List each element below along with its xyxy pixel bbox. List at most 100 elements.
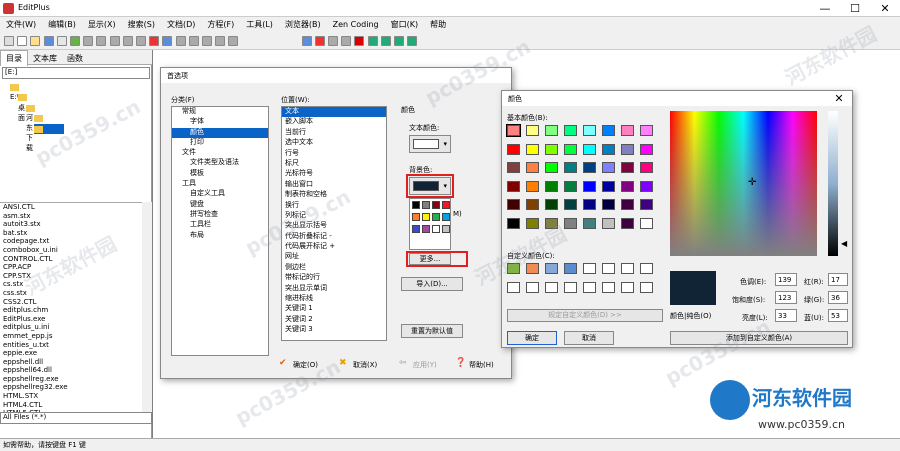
file-item[interactable]: editplus.chm	[0, 306, 142, 315]
custom-color-swatch[interactable]	[526, 282, 539, 293]
basic-color-swatch[interactable]	[583, 125, 596, 136]
file-item[interactable]: codepage.txt	[0, 237, 142, 246]
file-item[interactable]: cs.stx	[0, 280, 142, 289]
custom-color-swatch[interactable]	[640, 282, 653, 293]
tab-directory[interactable]: 目录	[0, 50, 28, 66]
palette-swatch[interactable]	[412, 201, 420, 209]
menu-item[interactable]: 帮助	[424, 17, 452, 30]
position-item[interactable]: 标尺	[282, 159, 386, 169]
file-item[interactable]: bat.stx	[0, 229, 142, 238]
text-color-button[interactable]: ▾	[409, 135, 451, 153]
position-item[interactable]: 嵌入脚本	[282, 117, 386, 127]
file-list-scrollbar[interactable]	[142, 202, 152, 422]
palette-swatch[interactable]	[422, 225, 430, 233]
toolbar-icon[interactable]	[56, 36, 67, 46]
palette-swatch[interactable]	[442, 213, 450, 221]
basic-color-swatch[interactable]	[507, 162, 520, 173]
palette-swatch[interactable]	[432, 201, 440, 209]
basic-color-swatch[interactable]	[564, 180, 577, 192]
position-item[interactable]: 缩进标线	[282, 294, 386, 304]
toolbar-icon[interactable]	[30, 36, 41, 46]
basic-color-swatch[interactable]	[602, 217, 615, 229]
toolbar-icon[interactable]	[96, 36, 107, 46]
red-input[interactable]: 17	[828, 273, 848, 286]
toolbar-icon[interactable]	[314, 36, 325, 46]
maximize-button[interactable]: ☐	[840, 0, 870, 17]
basic-color-swatch[interactable]	[545, 125, 558, 136]
import-button[interactable]: 导入(D)...	[401, 277, 463, 291]
basic-color-swatch[interactable]	[526, 162, 539, 173]
basic-color-swatch[interactable]	[640, 217, 653, 229]
custom-color-swatch[interactable]	[583, 282, 596, 293]
palette-swatch[interactable]	[422, 213, 430, 221]
file-filter-select[interactable]: All Files (*.*)	[0, 412, 152, 424]
menu-item[interactable]: 工具(L)	[240, 17, 279, 30]
toolbar-icon[interactable]	[4, 36, 14, 46]
basic-color-swatch[interactable]	[545, 162, 558, 173]
basic-color-swatch[interactable]	[507, 180, 520, 192]
position-item[interactable]: 网址	[282, 252, 386, 262]
basic-color-swatch[interactable]	[564, 217, 577, 229]
custom-color-swatch[interactable]	[564, 263, 577, 274]
toolbar-icon[interactable]	[301, 36, 312, 46]
folder-item[interactable]: EditPlus	[34, 114, 62, 133]
menu-item[interactable]: 编辑(B)	[42, 17, 82, 30]
category-item[interactable]: 工具	[172, 179, 268, 189]
basic-color-swatch[interactable]	[564, 125, 577, 136]
position-item[interactable]: 文本	[282, 107, 386, 118]
toolbar-icon[interactable]	[188, 36, 199, 46]
file-item[interactable]: CSS2.CTL	[0, 298, 142, 307]
palette-swatch[interactable]	[432, 225, 440, 233]
minimize-button[interactable]: —	[810, 0, 840, 17]
toolbar-icon[interactable]	[175, 36, 186, 46]
file-item[interactable]: HTML.STX	[0, 392, 142, 401]
palette-swatch[interactable]	[432, 213, 440, 221]
file-item[interactable]: HTML4.CTL	[0, 401, 142, 410]
reset-default-button[interactable]: 重置为默认值	[401, 324, 463, 338]
basic-color-swatch[interactable]	[545, 180, 558, 192]
category-item[interactable]: 键盘	[172, 200, 268, 210]
tab-functions[interactable]: 函数	[62, 51, 88, 66]
hue-input[interactable]: 139	[775, 273, 797, 286]
basic-color-swatch[interactable]	[526, 199, 539, 210]
toolbar-icon[interactable]	[341, 36, 352, 46]
custom-color-swatch[interactable]	[621, 263, 634, 274]
toolbar-icon[interactable]	[149, 36, 160, 46]
custom-color-swatch[interactable]	[640, 263, 653, 274]
basic-color-swatch[interactable]	[507, 143, 520, 155]
toolbar-icon[interactable]	[367, 36, 378, 46]
help-button[interactable]: ❓ 帮助(H)	[455, 358, 507, 372]
menu-item[interactable]: 搜索(S)	[122, 17, 161, 30]
custom-color-swatch[interactable]	[545, 263, 558, 274]
basic-color-swatch[interactable]	[583, 217, 596, 229]
toolbar-icon[interactable]	[162, 36, 173, 46]
palette-swatch[interactable]	[412, 213, 420, 221]
menu-item[interactable]: 文档(D)	[161, 17, 201, 30]
palette-swatch[interactable]	[442, 201, 450, 209]
toolbar-icon[interactable]	[109, 36, 120, 46]
position-item[interactable]: 代码展开标记 +	[282, 242, 386, 252]
category-item[interactable]: 常规	[172, 107, 268, 117]
basic-color-swatch[interactable]	[602, 162, 615, 173]
file-item[interactable]: EditPlus.exe	[0, 315, 142, 324]
position-item[interactable]: 光标符号	[282, 169, 386, 179]
toolbar-icon[interactable]	[228, 36, 239, 46]
file-item[interactable]: emmet_epp.js	[0, 332, 142, 341]
file-item[interactable]: eppshell64.dll	[0, 366, 142, 375]
basic-color-swatch[interactable]	[640, 162, 653, 173]
position-item[interactable]: 关键词 3	[282, 325, 386, 335]
menu-item[interactable]: 方程(F)	[201, 17, 240, 30]
basic-color-swatch[interactable]	[621, 180, 634, 192]
basic-color-swatch[interactable]	[564, 199, 577, 210]
basic-color-swatch[interactable]	[602, 180, 615, 192]
custom-color-swatch[interactable]	[564, 282, 577, 293]
palette-swatch[interactable]	[422, 201, 430, 209]
basic-color-swatch[interactable]	[640, 143, 653, 155]
file-item[interactable]: editplus_u.ini	[0, 323, 142, 332]
file-item[interactable]: eppshell.dll	[0, 358, 142, 367]
toolbar-icon[interactable]	[136, 36, 146, 46]
basic-color-swatch[interactable]	[526, 125, 539, 136]
toolbar-icon[interactable]	[407, 36, 418, 46]
cancel-button[interactable]: ✖ 取消(X)	[339, 358, 397, 372]
basic-color-swatch[interactable]	[526, 143, 539, 155]
